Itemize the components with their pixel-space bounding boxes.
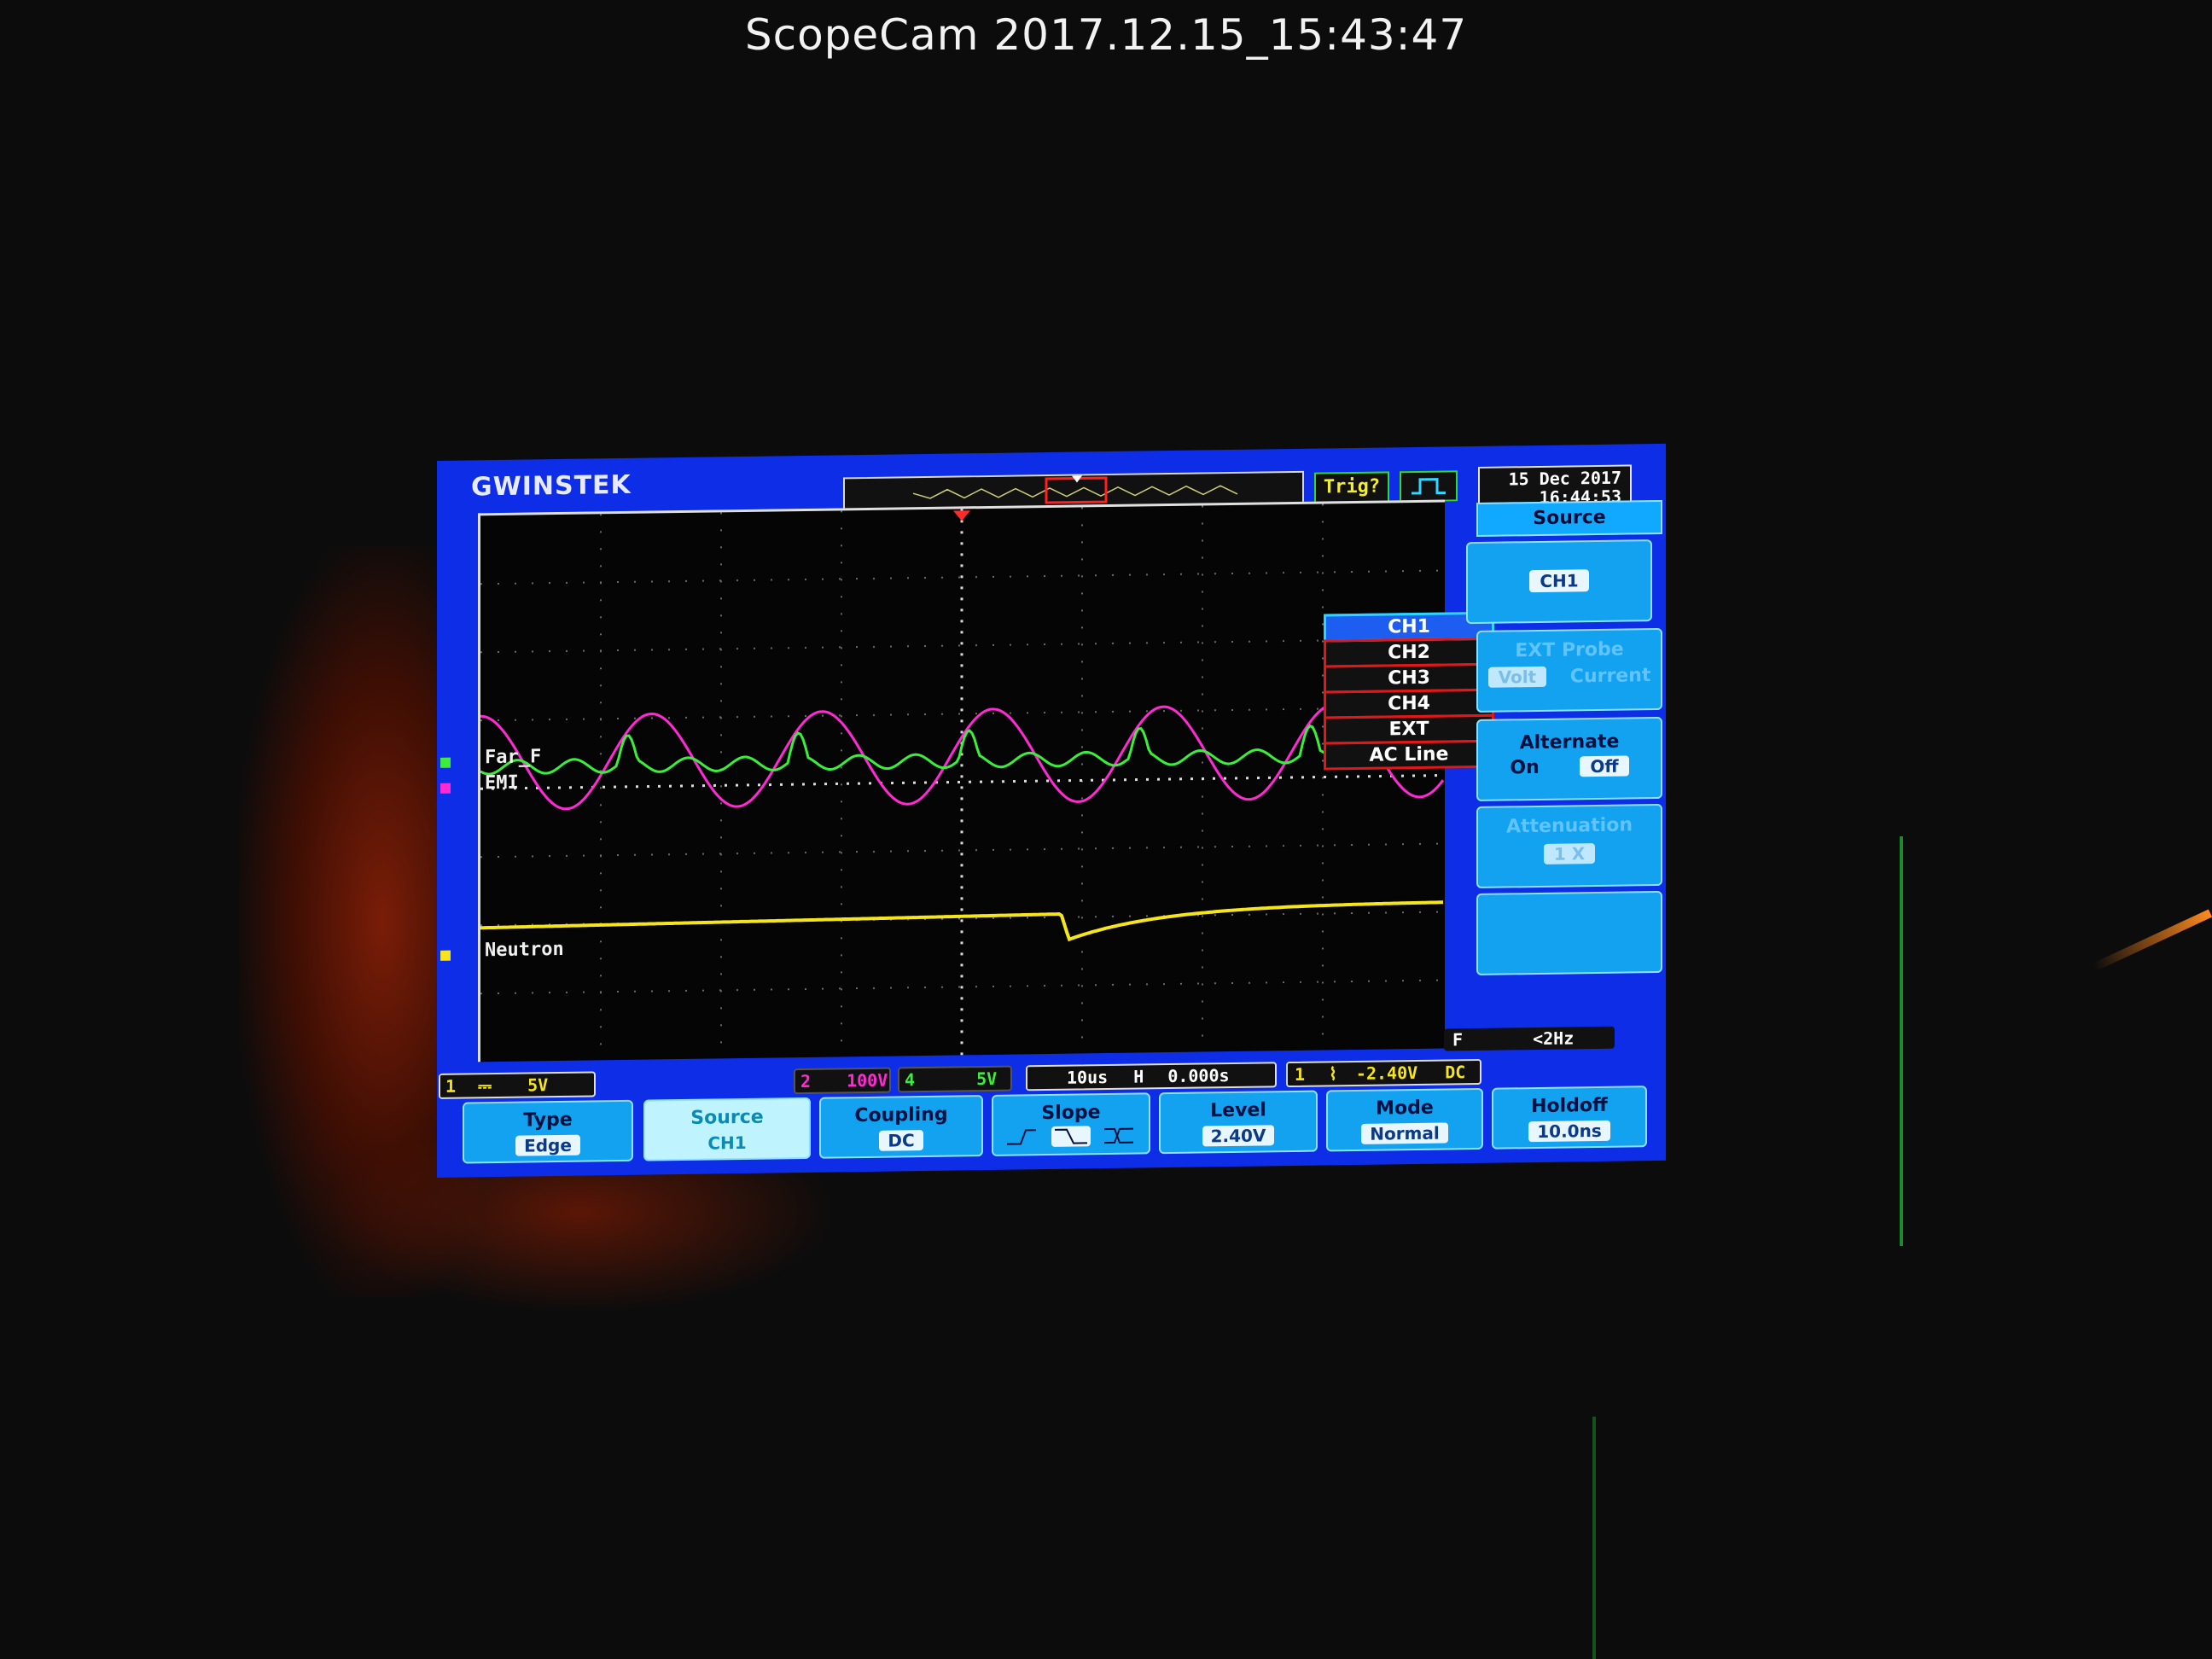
type-button[interactable]: Type Edge	[463, 1099, 633, 1164]
holdoff-value: 10.0ns	[1528, 1120, 1610, 1143]
type-label: Type	[523, 1109, 573, 1132]
trigger-info-box: 1 ⌇ -2.40V DC	[1286, 1058, 1481, 1088]
alternate-label: Alternate	[1519, 731, 1620, 754]
side-menu-title: Source	[1476, 499, 1662, 537]
source-value: CH1	[699, 1132, 755, 1154]
empty-side-button[interactable]	[1476, 890, 1662, 975]
ch1-badge: 1	[445, 1075, 457, 1097]
holdoff-button[interactable]: Holdoff 10.0ns	[1492, 1086, 1647, 1150]
source-button[interactable]: Source CH1	[643, 1097, 811, 1161]
level-label: Level	[1210, 1099, 1266, 1122]
source-option-ac-line[interactable]: AC Line	[1324, 739, 1494, 771]
level-value: 2.40V	[1202, 1125, 1275, 1147]
ch1-coupling-icon: ⎓	[478, 1075, 492, 1097]
waveform-grid: CH1 CH2 CH3 CH4 EXT AC Line	[478, 499, 1494, 1062]
level-button[interactable]: Level 2.40V	[1159, 1090, 1318, 1155]
ch1-scale: 5V	[527, 1074, 549, 1096]
coupling-button[interactable]: Coupling DC	[819, 1095, 983, 1159]
attenuation-button[interactable]: Attenuation 1 X	[1476, 803, 1662, 888]
slope-label: Slope	[1041, 1102, 1101, 1125]
pulse-icon	[1400, 470, 1458, 503]
cable-right	[1900, 836, 1903, 1246]
coupling-value: DC	[879, 1130, 923, 1151]
attenuation-value: 1 X	[1543, 843, 1596, 864]
trigger-channel-badge: 1	[1295, 1063, 1306, 1085]
timebase: 10us	[1067, 1067, 1109, 1088]
ch4-badge: 4	[905, 1069, 916, 1091]
falling-edge-icon: ⌇	[1329, 1063, 1337, 1085]
source-side-button[interactable]: CH1	[1466, 539, 1652, 625]
ch2-badge: 2	[800, 1070, 812, 1092]
ch2-marker: ■	[440, 776, 451, 797]
camera-title: ScopeCam 2017.12.15_15:43:47	[744, 10, 1468, 60]
ch4-scale-box: 4 5V	[898, 1065, 1012, 1093]
horizontal-position: 0.000s	[1167, 1065, 1230, 1087]
slope-options-icon	[1007, 1126, 1133, 1147]
source-label: Source	[690, 1106, 764, 1129]
waveform-plot	[480, 504, 1445, 1061]
alternate-button[interactable]: Alternate On Off	[1476, 716, 1662, 801]
cable-bottom	[1592, 1417, 1596, 1659]
ext-probe-current: Current	[1569, 665, 1651, 688]
ch1-label: Neutron	[485, 938, 564, 962]
alternate-off: Off	[1580, 755, 1629, 777]
ch4-label: Far_F	[485, 746, 542, 769]
ch4-marker: ■	[440, 750, 451, 771]
brand-logo: GWINSTEK	[471, 469, 632, 503]
holdoff-label: Holdoff	[1531, 1094, 1608, 1118]
lamp-glint	[2092, 909, 2212, 971]
ch4-scale: 5V	[976, 1068, 998, 1090]
bottom-menu: Type Edge Source CH1 Coupling DC Slope L…	[463, 1086, 1666, 1167]
ext-probe-label: EXT Probe	[1515, 638, 1624, 662]
slope-button[interactable]: Slope	[992, 1092, 1150, 1156]
coupling-label: Coupling	[854, 1103, 948, 1127]
trigger-status: Trig?	[1314, 471, 1389, 504]
alternate-on: On	[1510, 756, 1540, 779]
type-value: Edge	[515, 1134, 580, 1156]
trigger-coupling-readout: DC	[1445, 1062, 1466, 1083]
source-side-value: CH1	[1529, 569, 1589, 593]
frequency-value: <2Hz	[1533, 1027, 1575, 1050]
mode-label: Mode	[1376, 1097, 1434, 1120]
ch1-scale-box: 1 ⎓ 5V	[439, 1071, 596, 1099]
frequency-box: F <2Hz	[1444, 1026, 1615, 1051]
ch2-label: EMI	[485, 771, 519, 795]
ch2-scale-box: 2 100V	[794, 1067, 891, 1095]
ext-probe-volt: Volt	[1487, 666, 1547, 688]
horizontal-icon: H	[1133, 1066, 1144, 1087]
ch2-scale: 100V	[847, 1069, 888, 1091]
side-menu: Source CH1 EXT Probe Volt Current Altern…	[1466, 499, 1662, 975]
ch1-marker: ■	[440, 943, 451, 964]
source-select-menu[interactable]: CH1 CH2 CH3 CH4 EXT AC Line	[1324, 611, 1494, 771]
frequency-label: F	[1452, 1029, 1464, 1051]
oscilloscope-screen: GWINSTEK Trig? 15 Dec 2017 16:44:53 CH1 …	[437, 443, 1666, 1178]
timebase-box: 10us H 0.000s	[1026, 1062, 1277, 1091]
attenuation-label: Attenuation	[1506, 814, 1633, 838]
ext-probe-button[interactable]: EXT Probe Volt Current	[1476, 627, 1662, 713]
mode-value: Normal	[1361, 1122, 1448, 1144]
trigger-position-marker	[953, 510, 970, 521]
mode-button[interactable]: Mode Normal	[1326, 1087, 1483, 1152]
trigger-level-readout: -2.40V	[1355, 1062, 1418, 1084]
